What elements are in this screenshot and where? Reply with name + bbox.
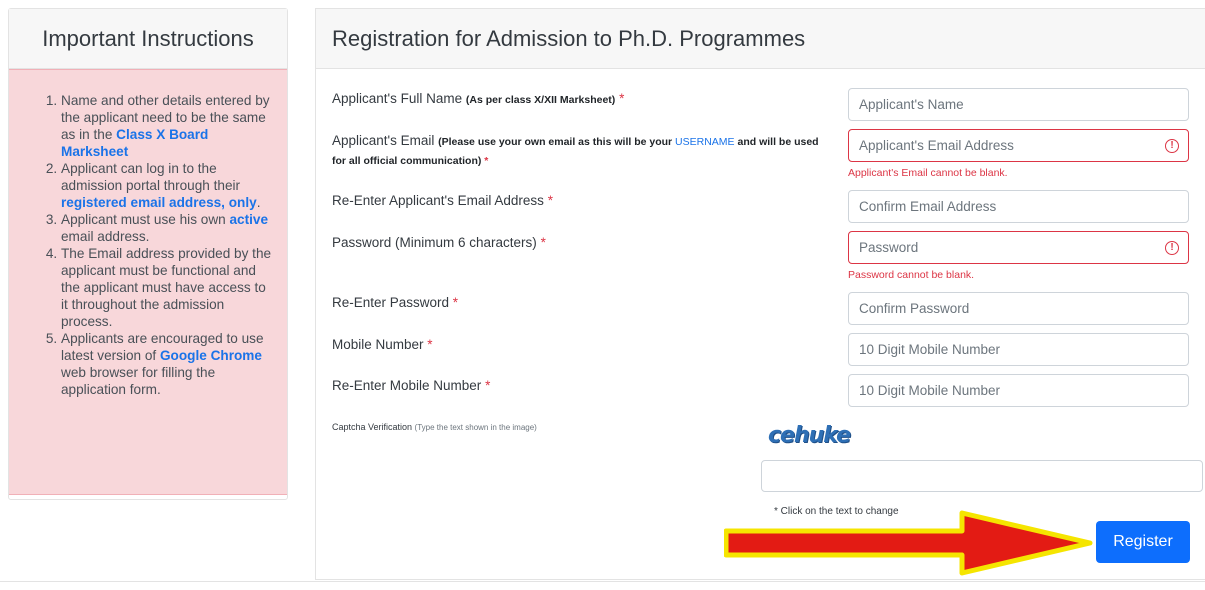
instruction-text: web browser for filling the application … bbox=[61, 365, 216, 397]
confirm-email-label: Re-Enter Applicant's Email Address * bbox=[332, 191, 553, 211]
confirm-mobile-label-text: Re-Enter Mobile Number bbox=[332, 378, 486, 393]
full-name-label: Applicant's Full Name (As per class X/XI… bbox=[332, 89, 624, 110]
password-input[interactable] bbox=[848, 231, 1189, 264]
required-mark: * bbox=[427, 337, 433, 352]
required-mark: * bbox=[452, 295, 459, 310]
required-mark: * bbox=[484, 155, 489, 167]
instruction-highlight: registered email address, only bbox=[61, 195, 257, 210]
captcha-label-text: Captcha Verification bbox=[332, 422, 415, 432]
email-error-text: Applicant's Email cannot be blank. bbox=[848, 167, 1008, 179]
instruction-text: Applicant can log in to the admission po… bbox=[61, 161, 241, 193]
confirm-mobile-input[interactable] bbox=[848, 374, 1189, 407]
instruction-item: Applicants are encouraged to use latest … bbox=[61, 330, 273, 398]
confirm-mobile-label: Re-Enter Mobile Number * bbox=[332, 376, 490, 396]
email-label-text: Applicant's Email bbox=[332, 133, 439, 148]
email-note: (Please use your own email as this will … bbox=[438, 136, 676, 148]
captcha-label: Captcha Verification (Type the text show… bbox=[332, 422, 537, 432]
instruction-item: Applicant must use his own active email … bbox=[61, 211, 273, 245]
email-note-username: USERNAME bbox=[675, 136, 735, 148]
confirm-password-input[interactable] bbox=[848, 292, 1189, 325]
confirm-email-label-text: Re-Enter Applicant's Email Address bbox=[332, 193, 548, 208]
full-name-note: (As per class X/XII Marksheet) bbox=[465, 94, 616, 106]
full-name-label-text: Applicant's Full Name bbox=[332, 91, 466, 106]
email-note: and will be used bbox=[734, 136, 819, 148]
arrow-shape bbox=[724, 510, 1093, 576]
registration-title: Registration for Admission to Ph.D. Prog… bbox=[332, 25, 806, 51]
instructions-title: Important Instructions bbox=[42, 25, 254, 51]
password-error-text: Password cannot be blank. bbox=[848, 269, 975, 281]
required-mark: * bbox=[485, 378, 491, 393]
footer-divider bbox=[0, 581, 1205, 582]
email-input[interactable] bbox=[848, 129, 1189, 162]
email-label: Applicant's Email (Please use your own e… bbox=[332, 131, 832, 170]
instruction-text: email address. bbox=[61, 229, 150, 244]
registration-header: Registration for Admission to Ph.D. Prog… bbox=[316, 9, 1205, 69]
mobile-input[interactable] bbox=[848, 333, 1189, 366]
register-button[interactable]: Register bbox=[1096, 521, 1190, 563]
registration-panel: Registration for Admission to Ph.D. Prog… bbox=[315, 8, 1205, 580]
captcha-input[interactable] bbox=[761, 460, 1203, 492]
instructions-body: Name and other details entered by the ap… bbox=[9, 69, 287, 495]
confirm-email-input[interactable] bbox=[848, 190, 1189, 223]
instruction-item: The Email address provided by the applic… bbox=[61, 245, 273, 330]
instructions-header: Important Instructions bbox=[9, 9, 287, 69]
required-mark: * bbox=[540, 235, 546, 250]
instructions-panel: Important Instructions Name and other de… bbox=[8, 8, 288, 500]
instruction-text: The Email address provided by the applic… bbox=[61, 246, 272, 329]
required-mark: * bbox=[547, 193, 553, 208]
password-label-text: Password (Minimum 6 characters) bbox=[332, 235, 541, 250]
instructions-list: Name and other details entered by the ap… bbox=[23, 92, 273, 398]
confirm-password-label: Re-Enter Password * bbox=[332, 293, 458, 313]
instruction-text: . bbox=[256, 195, 261, 210]
exclamation-circle-icon: ! bbox=[1165, 139, 1179, 153]
instruction-text: Applicant must use his own bbox=[61, 212, 230, 227]
instruction-item: Name and other details entered by the ap… bbox=[61, 92, 273, 160]
captcha-note: (Type the text shown in the image) bbox=[414, 423, 537, 432]
exclamation-circle-icon: ! bbox=[1165, 241, 1179, 255]
password-label: Password (Minimum 6 characters) * bbox=[332, 233, 546, 253]
instruction-item: Applicant can log in to the admission po… bbox=[61, 160, 273, 211]
email-note-line2: for all official communication) bbox=[332, 155, 482, 167]
full-name-input[interactable] bbox=[848, 88, 1189, 121]
instruction-highlight: active bbox=[229, 212, 269, 227]
mobile-label: Mobile Number * bbox=[332, 335, 433, 355]
confirm-password-label-text: Re-Enter Password bbox=[332, 295, 453, 310]
red-arrow-icon bbox=[724, 510, 1093, 576]
required-mark: * bbox=[619, 91, 625, 106]
captcha-image[interactable]: cehuke bbox=[768, 423, 851, 448]
instruction-highlight: Google Chrome bbox=[159, 348, 262, 363]
mobile-label-text: Mobile Number bbox=[332, 337, 428, 352]
